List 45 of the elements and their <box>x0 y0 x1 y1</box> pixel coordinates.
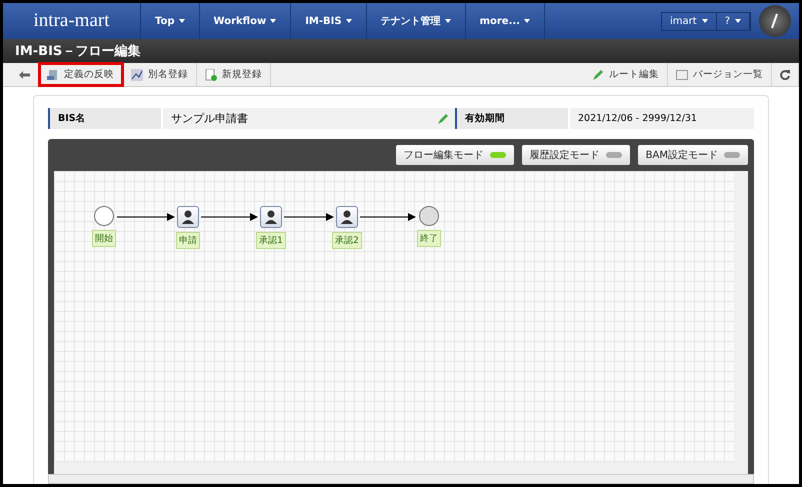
mode-button[interactable]: 履歴設定モード <box>522 145 630 165</box>
node-label: 承認1 <box>256 232 286 249</box>
pencil-icon <box>437 112 449 124</box>
user-task-icon[interactable] <box>260 206 282 228</box>
start-node[interactable] <box>94 206 114 226</box>
mode-button[interactable]: BAM設定モード <box>638 145 748 165</box>
node-label: 申請 <box>176 232 200 249</box>
user-menu[interactable]: imart <box>662 12 717 30</box>
arrow <box>117 213 175 221</box>
field-label: 有効期間 <box>455 108 570 129</box>
arrow <box>284 213 334 221</box>
chart-icon <box>131 68 143 80</box>
arrow <box>201 213 258 221</box>
caret-icon <box>270 19 276 23</box>
caret-icon <box>524 19 530 23</box>
toolbar-button[interactable]: バージョン一覧 <box>668 63 772 86</box>
user-task-icon[interactable] <box>177 206 199 228</box>
caret-icon <box>444 19 451 23</box>
back-arrow-icon <box>19 70 30 78</box>
pencil-icon <box>592 68 604 80</box>
arrow <box>360 213 416 221</box>
end-node[interactable] <box>419 206 439 226</box>
user-task-icon[interactable] <box>336 206 358 228</box>
new-document-icon <box>205 68 217 80</box>
node-label: 開始 <box>92 230 116 247</box>
toolbar-button[interactable]: 別名登録 <box>123 63 197 86</box>
page-title: IM-BIS－フロー編集 <box>3 39 799 63</box>
help-menu[interactable]: ? <box>716 12 750 30</box>
caret-icon <box>178 19 185 23</box>
list-icon <box>676 70 688 80</box>
toolbar-button[interactable]: 新規登録 <box>197 63 271 86</box>
toolbar-button[interactable]: 定義の反映 <box>39 63 123 86</box>
caret-icon <box>346 19 352 23</box>
field-label: BIS名 <box>48 108 163 129</box>
refresh-icon <box>780 70 790 80</box>
caret-icon <box>735 19 741 23</box>
field-value: サンプル申請書 <box>171 111 248 126</box>
field-value: 2021/12/06 - 2999/12/31 <box>578 113 697 124</box>
mode-button[interactable]: フロー編集モード <box>396 145 514 165</box>
document-icon <box>47 68 59 80</box>
caret-icon <box>702 19 708 23</box>
node-label: 承認2 <box>332 232 362 249</box>
toolbar-button[interactable]: ルート編集 <box>584 63 668 86</box>
logo-badge-icon[interactable] <box>759 5 791 37</box>
node-label: 終了 <box>417 230 441 247</box>
